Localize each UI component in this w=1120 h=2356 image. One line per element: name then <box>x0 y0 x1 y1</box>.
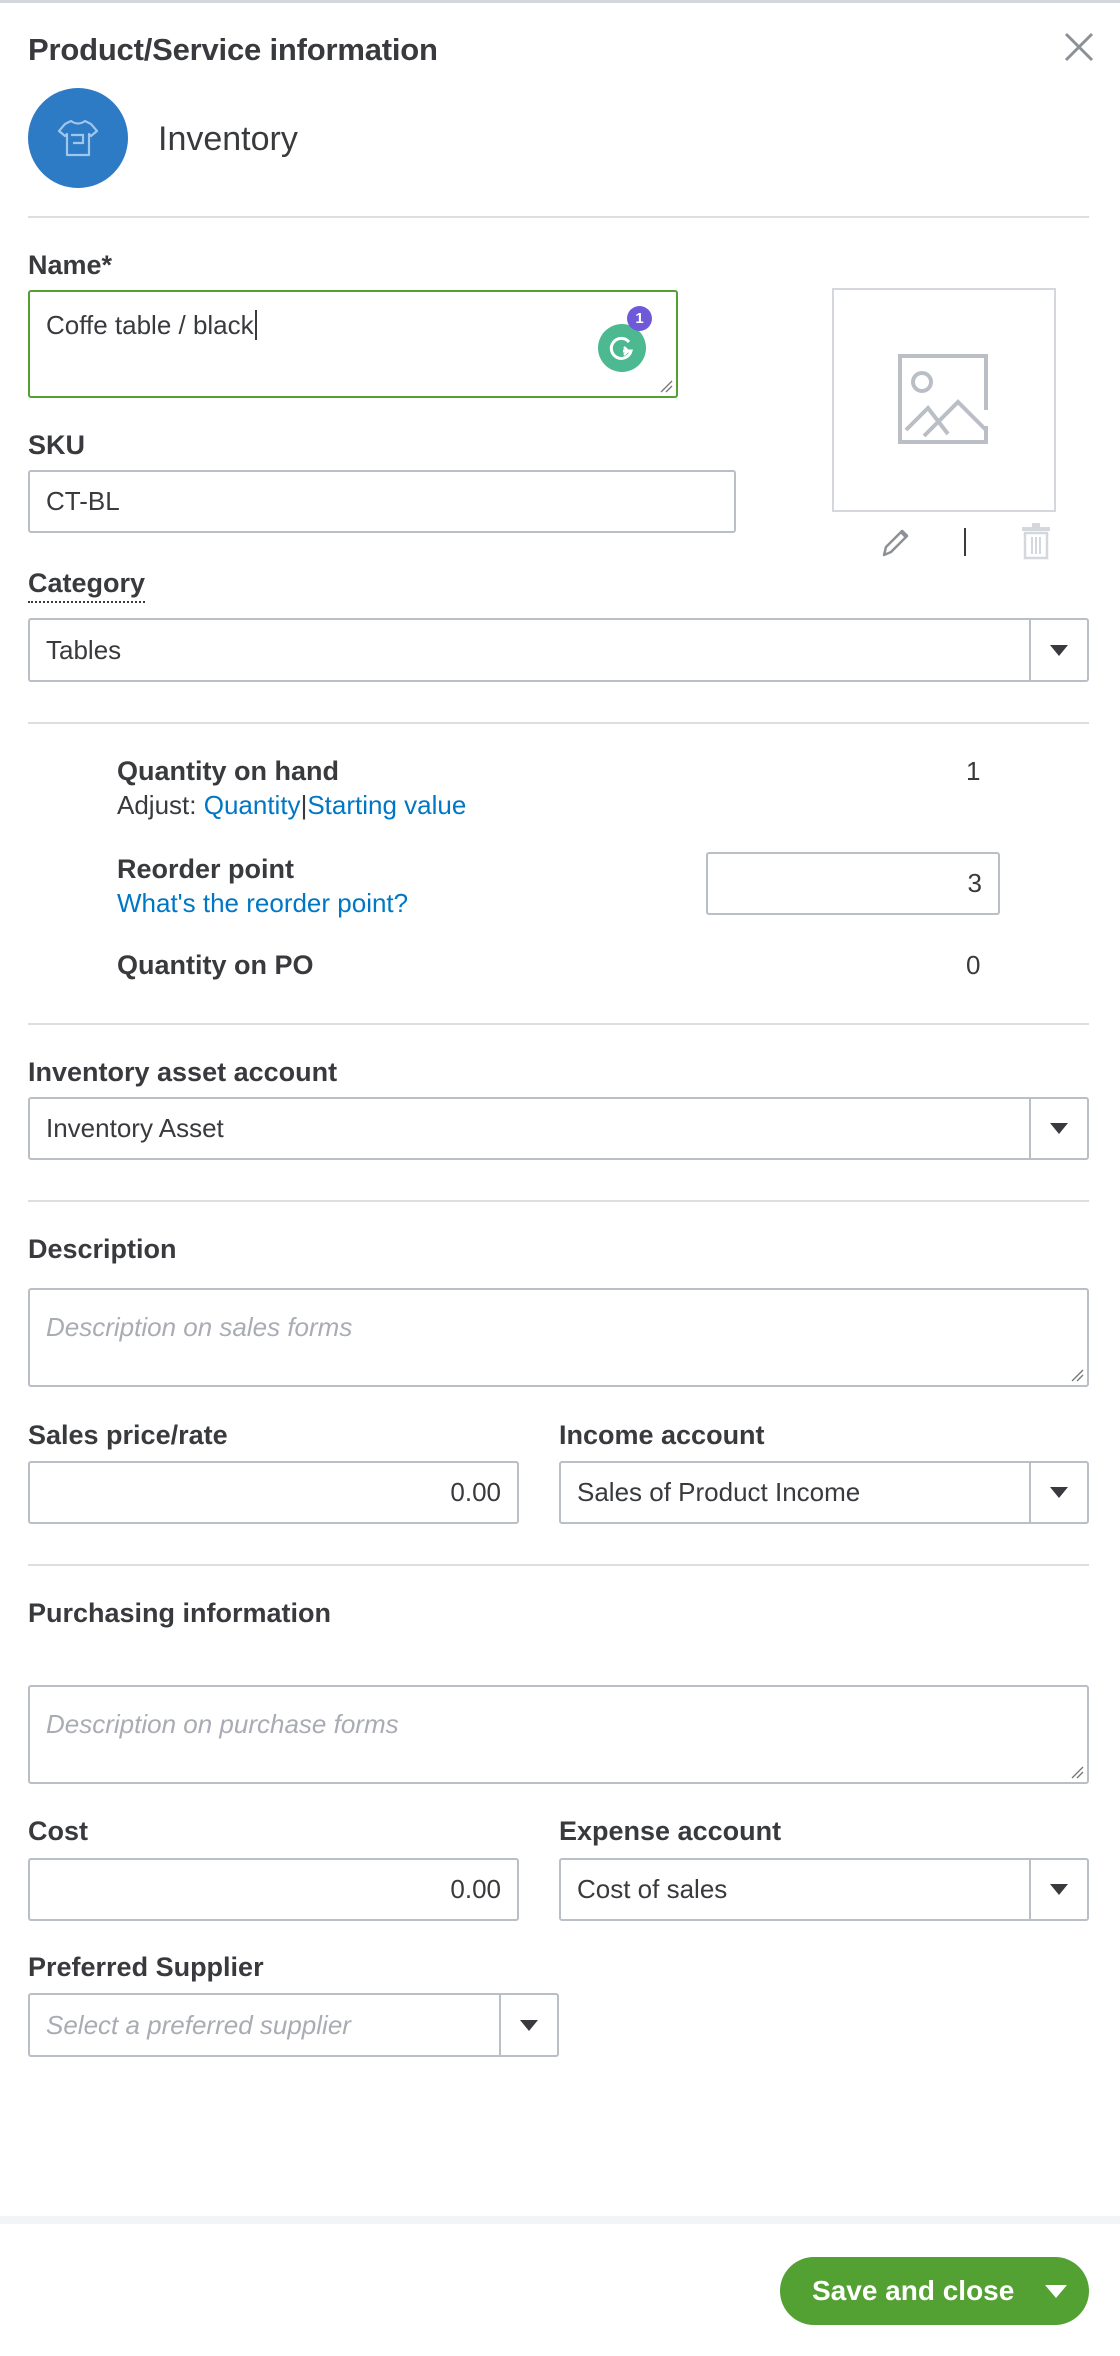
inventory-asset-account-label: Inventory asset account <box>28 1057 338 1087</box>
quantity-on-hand-value: 1 <box>966 756 981 786</box>
tshirt-icon <box>57 119 99 157</box>
name-label: Name* <box>28 250 113 280</box>
chevron-down-icon <box>1050 1487 1068 1498</box>
sales-price-label: Sales price/rate <box>28 1420 228 1450</box>
save-options-chevron-icon[interactable] <box>1045 2285 1067 2298</box>
sales-price-value: 0.00 <box>450 1477 501 1507</box>
income-account-dropdown-button[interactable] <box>1029 1463 1087 1522</box>
category-value: Tables <box>46 634 122 665</box>
expense-account-value: Cost of sales <box>577 1874 728 1904</box>
close-button[interactable] <box>1062 30 1096 64</box>
trash-icon <box>1022 523 1050 560</box>
sales-description-textarea[interactable]: Description on sales forms <box>28 1288 1089 1387</box>
income-account-select[interactable]: Sales of Product Income <box>559 1461 1089 1524</box>
income-account-value: Sales of Product Income <box>577 1477 861 1507</box>
panel-title: Product/Service information <box>28 32 438 67</box>
grammarly-badge: 1 <box>627 306 652 331</box>
category-label[interactable]: Category <box>28 568 146 603</box>
save-and-close-button[interactable]: Save and close <box>780 2257 1089 2325</box>
delete-image-button[interactable] <box>1020 522 1052 560</box>
preferred-supplier-placeholder: Select a preferred supplier <box>46 2009 351 2040</box>
expense-account-dropdown-button[interactable] <box>1029 1860 1087 1919</box>
top-border <box>0 0 1120 3</box>
preferred-supplier-label: Preferred Supplier <box>28 1952 264 1982</box>
resize-handle-icon[interactable] <box>1070 1368 1084 1382</box>
purchase-description-placeholder: Description on purchase forms <box>46 1709 399 1739</box>
chevron-down-icon <box>1050 1123 1068 1134</box>
section-divider <box>28 1023 1089 1025</box>
income-account-label: Income account <box>559 1420 765 1450</box>
purchasing-information-label: Purchasing information <box>28 1598 332 1628</box>
inventory-asset-account-select[interactable]: Inventory Asset <box>28 1097 1089 1160</box>
save-and-close-label: Save and close <box>812 2275 1015 2306</box>
description-label: Description <box>28 1234 177 1264</box>
chevron-down-icon <box>520 2019 538 2031</box>
chevron-down-icon <box>1050 644 1068 656</box>
quantity-on-po-label: Quantity on PO <box>117 950 314 980</box>
cost-label: Cost <box>28 1816 88 1846</box>
resize-handle-icon[interactable] <box>1070 1765 1084 1779</box>
footer-divider <box>0 2216 1120 2224</box>
adjust-row: Adjust: Quantity|Starting value <box>117 790 466 821</box>
expense-account-label: Expense account <box>559 1816 782 1846</box>
section-divider <box>28 1200 1089 1202</box>
category-dropdown-button[interactable] <box>1029 620 1087 680</box>
preferred-supplier-dropdown-button[interactable] <box>499 1995 557 2055</box>
sku-value: CT-BL <box>46 486 120 516</box>
sku-label: SKU <box>28 430 86 460</box>
text-cursor <box>254 310 257 340</box>
reorder-point-input[interactable]: 3 <box>706 852 1000 915</box>
reorder-point-help-link[interactable]: What's the reorder point? <box>117 888 408 919</box>
inventory-asset-dropdown-button[interactable] <box>1029 1099 1087 1158</box>
quantity-on-hand-label: Quantity on hand <box>117 756 339 786</box>
category-select[interactable]: Tables <box>28 618 1089 682</box>
sku-input[interactable]: CT-BL <box>28 470 736 533</box>
cost-value: 0.00 <box>450 1874 501 1904</box>
preferred-supplier-select[interactable]: Select a preferred supplier <box>28 1993 559 2057</box>
purchase-description-textarea[interactable]: Description on purchase forms <box>28 1685 1089 1784</box>
adjust-prefix: Adjust: <box>117 790 197 820</box>
item-type-badge[interactable] <box>28 88 128 188</box>
section-divider <box>28 722 1089 724</box>
image-placeholder-icon <box>898 354 988 444</box>
reorder-point-value: 3 <box>967 868 982 898</box>
section-divider <box>28 1564 1089 1566</box>
adjust-starting-value-link[interactable]: Starting value <box>307 790 466 820</box>
quantity-on-po-value: 0 <box>966 950 981 980</box>
sales-price-input[interactable]: 0.00 <box>28 1461 519 1524</box>
name-input[interactable]: Coffe table / black 1 <box>28 290 678 398</box>
expense-account-select[interactable]: Cost of sales <box>559 1858 1089 1921</box>
cost-input[interactable]: 0.00 <box>28 1858 519 1921</box>
inventory-asset-account-value: Inventory Asset <box>46 1113 224 1143</box>
sales-description-placeholder: Description on sales forms <box>46 1312 353 1342</box>
grammarly-icon <box>598 324 646 372</box>
image-actions-separator <box>964 528 966 556</box>
image-upload-area[interactable] <box>832 288 1056 512</box>
grammarly-button[interactable]: 1 <box>595 306 659 374</box>
resize-handle-icon[interactable] <box>659 379 673 393</box>
edit-image-button[interactable] <box>878 525 912 559</box>
adjust-quantity-link[interactable]: Quantity <box>204 790 301 820</box>
close-icon <box>1064 32 1094 62</box>
section-divider <box>28 216 1089 218</box>
chevron-down-icon <box>1050 1884 1068 1895</box>
item-type-label: Inventory <box>158 120 298 158</box>
name-value: Coffe table / black <box>46 310 254 340</box>
reorder-point-label: Reorder point <box>117 854 295 884</box>
pencil-icon <box>882 529 909 557</box>
